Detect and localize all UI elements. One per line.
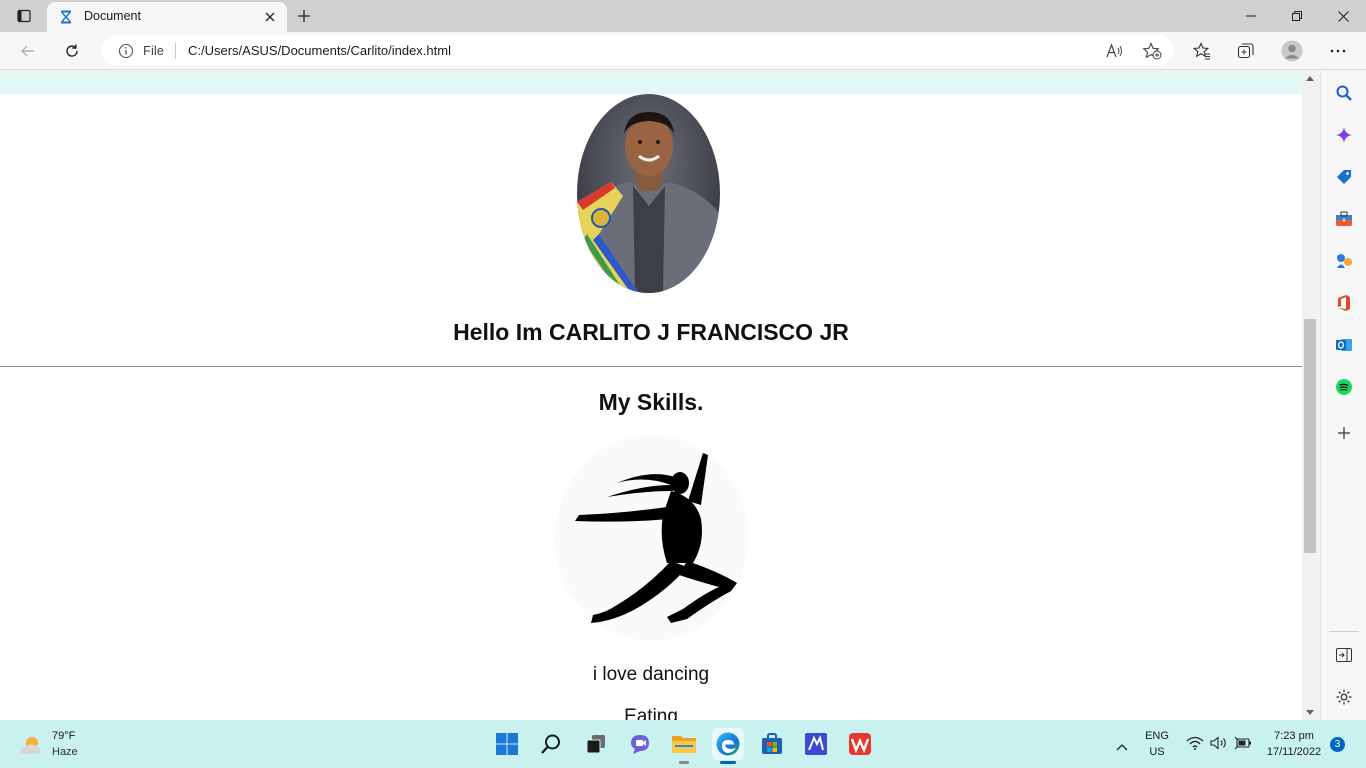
hide-sidebar-icon[interactable] bbox=[1333, 644, 1355, 666]
back-button[interactable] bbox=[14, 37, 42, 65]
wps-office-button[interactable] bbox=[844, 728, 876, 760]
language-secondary[interactable]: US bbox=[1141, 746, 1173, 758]
sidebar-divider bbox=[1329, 631, 1359, 632]
url-text[interactable]: C:/Users/ASUS/Documents/Carlito/index.ht… bbox=[188, 43, 451, 58]
browser-toolbar: File C:/Users/ASUS/Documents/Carlito/ind… bbox=[0, 32, 1366, 70]
edge-sidebar bbox=[1320, 71, 1366, 720]
refresh-button[interactable] bbox=[58, 37, 86, 65]
add-favorite-icon[interactable] bbox=[1141, 40, 1163, 62]
file-explorer-icon bbox=[672, 736, 696, 753]
notification-badge[interactable]: 3 bbox=[1330, 737, 1345, 752]
tab-actions-button[interactable] bbox=[8, 5, 40, 27]
scroll-down-icon[interactable] bbox=[1306, 710, 1314, 715]
profile-button[interactable] bbox=[1278, 37, 1306, 65]
restore-icon bbox=[1292, 11, 1302, 21]
scheme-label: File bbox=[143, 43, 164, 58]
avatar-icon bbox=[1281, 40, 1303, 62]
minimize-icon bbox=[1246, 15, 1256, 17]
windows-taskbar: 79°F Haze ENG US 7:23 pm 17/11/2022 bbox=[0, 720, 1366, 768]
office-icon[interactable] bbox=[1333, 292, 1355, 314]
taskbar-search-button[interactable] bbox=[535, 728, 567, 760]
close-window-button[interactable] bbox=[1320, 0, 1366, 32]
weather-condition: Haze bbox=[52, 746, 78, 758]
clock-date[interactable]: 17/11/2022 bbox=[1262, 746, 1326, 758]
section-divider bbox=[0, 366, 1302, 367]
weather-temp: 79°F bbox=[52, 730, 76, 742]
tools-icon[interactable] bbox=[1333, 208, 1355, 230]
header-band bbox=[0, 71, 1302, 94]
page-favicon-icon bbox=[58, 9, 74, 30]
more-icon bbox=[1330, 49, 1346, 53]
new-tab-button[interactable] bbox=[293, 5, 315, 27]
minimize-button[interactable] bbox=[1228, 0, 1274, 32]
read-aloud-icon[interactable] bbox=[1104, 40, 1126, 62]
info-icon[interactable] bbox=[118, 43, 134, 64]
settings-icon[interactable] bbox=[1333, 686, 1355, 708]
spotify-icon[interactable] bbox=[1333, 376, 1355, 398]
start-button[interactable] bbox=[491, 728, 523, 760]
edge-icon bbox=[716, 732, 740, 756]
file-explorer-button[interactable] bbox=[668, 728, 700, 764]
active-indicator bbox=[720, 761, 736, 764]
scroll-up-icon[interactable] bbox=[1306, 76, 1314, 81]
show-hidden-icons-icon[interactable] bbox=[1116, 738, 1128, 756]
clock-time[interactable]: 7:23 pm bbox=[1262, 730, 1326, 742]
weather-haze-icon bbox=[20, 737, 40, 754]
restore-button[interactable] bbox=[1274, 0, 1320, 32]
edge-button[interactable] bbox=[712, 728, 744, 764]
add-icon[interactable] bbox=[1333, 422, 1355, 444]
settings-menu-button[interactable] bbox=[1324, 37, 1352, 65]
address-bar[interactable]: File C:/Users/ASUS/Documents/Carlito/ind… bbox=[101, 35, 1174, 66]
search-icon bbox=[541, 734, 560, 754]
outlook-icon[interactable] bbox=[1333, 334, 1355, 356]
copilot-icon[interactable] bbox=[1333, 124, 1355, 146]
tab-strip: Document bbox=[0, 0, 1366, 32]
task-view-icon bbox=[586, 735, 605, 754]
favorites-button[interactable] bbox=[1188, 37, 1216, 65]
shopping-tag-icon[interactable] bbox=[1333, 166, 1355, 188]
wifi-icon[interactable] bbox=[1186, 736, 1204, 755]
teams-chat-button[interactable] bbox=[624, 728, 656, 760]
app-icon bbox=[805, 733, 827, 755]
greeting-heading: Hello Im CARLITO J FRANCISCO JR bbox=[453, 319, 849, 345]
skill-item: i love dancing bbox=[592, 664, 710, 685]
volume-icon[interactable] bbox=[1210, 736, 1228, 755]
plus-icon bbox=[298, 10, 310, 22]
search-icon[interactable] bbox=[1333, 82, 1355, 104]
collections-button[interactable] bbox=[1232, 37, 1260, 65]
favorites-icon bbox=[1193, 42, 1210, 60]
close-tab-icon[interactable] bbox=[261, 8, 279, 26]
pinned-app-button[interactable] bbox=[800, 728, 832, 760]
store-button[interactable] bbox=[756, 728, 788, 760]
task-view-button[interactable] bbox=[580, 728, 612, 760]
dancing-image bbox=[555, 435, 748, 641]
scrollbar-thumb[interactable] bbox=[1304, 319, 1316, 553]
profile-photo bbox=[577, 94, 720, 293]
close-icon bbox=[1337, 10, 1349, 22]
address-separator bbox=[175, 43, 176, 59]
skill-item: Eating bbox=[624, 706, 678, 720]
collections-icon bbox=[1237, 43, 1254, 59]
tab-actions-icon bbox=[17, 9, 31, 23]
teams-chat-icon bbox=[631, 735, 649, 754]
back-arrow-icon bbox=[21, 45, 34, 57]
wps-icon bbox=[849, 733, 871, 755]
battery-icon[interactable] bbox=[1234, 736, 1252, 755]
refresh-icon bbox=[66, 44, 78, 57]
tab-title: Document bbox=[84, 9, 141, 23]
tab-document[interactable]: Document bbox=[47, 2, 287, 32]
skills-heading: My Skills. bbox=[598, 389, 704, 415]
running-indicator bbox=[679, 761, 689, 764]
language-primary[interactable]: ENG bbox=[1141, 730, 1173, 742]
page-viewport: Hello Im CARLITO J FRANCISCO JR My Skill… bbox=[0, 71, 1302, 720]
games-icon[interactable] bbox=[1333, 250, 1355, 272]
store-icon bbox=[762, 733, 782, 754]
windows-start-icon bbox=[496, 733, 518, 755]
page-scrollbar[interactable] bbox=[1302, 71, 1319, 720]
